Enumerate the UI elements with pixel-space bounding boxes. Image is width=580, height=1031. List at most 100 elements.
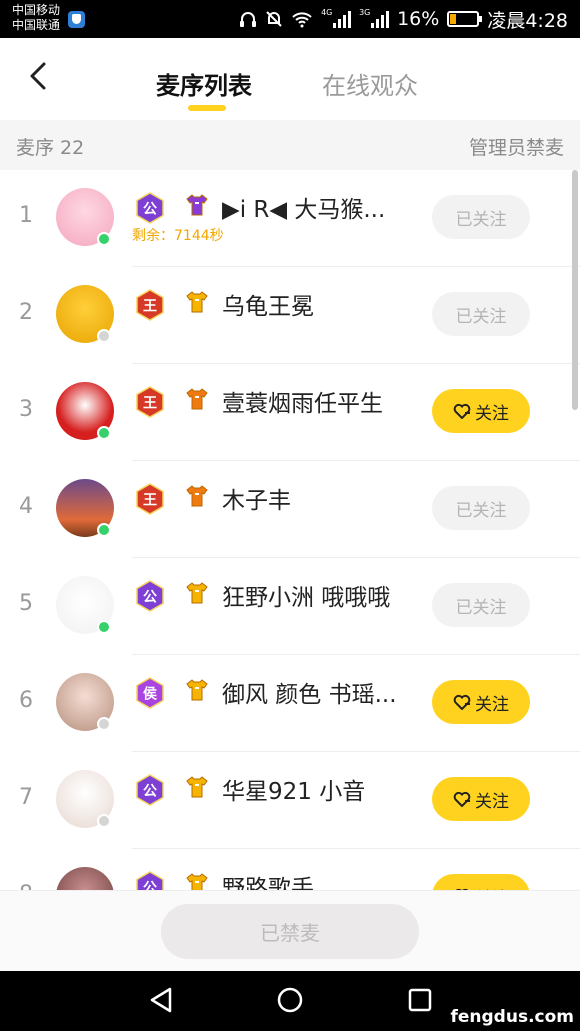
tab-mic-queue[interactable]: 麦序列表	[156, 66, 252, 101]
back-arrow-icon[interactable]	[22, 58, 58, 94]
badge-label: 公	[143, 590, 157, 606]
signal-icon-2: 3G	[359, 8, 390, 28]
magenta-badge-icon: 侯	[136, 677, 164, 709]
online-status-dot	[97, 426, 111, 440]
battery-percent: 16%	[397, 8, 440, 30]
follow-button[interactable]: 关注	[432, 874, 530, 890]
carrier-1: 中国移动	[12, 3, 61, 17]
username: 乌龟王冕	[222, 294, 314, 320]
mic-queue-list: 1 公 ▶i R◀ 大马猴... 剩余：7144秒 已关注 2 王乌龟王冕 已关注 3 王壹蓑烟雨…	[0, 170, 580, 890]
badge-label: 王	[143, 493, 157, 509]
button-label: 关注	[475, 403, 509, 424]
follow-button[interactable]: 关注	[432, 680, 530, 724]
list-item[interactable]: 5 公 狂野小洲 哦哦哦 已关注	[0, 558, 580, 655]
badge-label: 王	[143, 396, 157, 412]
badge-label: 公	[143, 202, 157, 218]
purple-badge-icon: 公	[136, 580, 164, 612]
remaining-time: 剩余：7144秒	[132, 228, 224, 244]
button-label: 已关注	[455, 500, 507, 521]
badge-label: 公	[143, 881, 157, 891]
online-status-dot	[97, 717, 111, 731]
admin-mute-link[interactable]: 管理员禁麦	[469, 133, 564, 160]
heart-plus-icon	[453, 694, 471, 710]
red-badge-icon: 王	[136, 386, 164, 418]
bottom-bar: 已禁麦	[0, 890, 580, 971]
follow-button[interactable]: 关注	[432, 777, 530, 821]
wifi-icon	[292, 12, 312, 28]
rank-number: 7	[19, 785, 33, 810]
queue-subheader: 麦序 22 管理员禁麦	[0, 120, 580, 170]
rank-number: 6	[19, 688, 33, 713]
online-status-dot	[97, 329, 111, 343]
followed-button[interactable]: 已关注	[432, 292, 530, 336]
online-status-dot	[97, 814, 111, 828]
online-status-dot	[97, 523, 111, 537]
shield-icon	[68, 11, 85, 28]
badge-label: 侯	[143, 686, 158, 703]
rank-number: 2	[19, 300, 33, 325]
queue-count: 麦序 22	[16, 137, 85, 159]
tab-indicator	[188, 105, 226, 111]
status-bar: 中国移动 中国联通 4G 3G 16% 凌晨4:28	[0, 0, 580, 38]
shirt-level-icon	[186, 776, 208, 798]
username: ▶i R◀ 大马猴...	[222, 197, 386, 223]
list-item[interactable]: 4 王 木子丰 已关注	[0, 461, 580, 558]
headphones-icon	[240, 12, 257, 27]
list-item[interactable]: 1 公 ▶i R◀ 大马猴... 剩余：7144秒 已关注	[0, 170, 580, 267]
rank-number: 8	[16, 882, 36, 890]
rank-number: 4	[19, 494, 33, 519]
shirt-level-icon	[186, 388, 208, 410]
system-nav-bar: fengdus.com	[0, 971, 580, 1031]
badge-label: 王	[143, 299, 157, 315]
carrier-info: 中国移动 中国联通	[12, 3, 60, 33]
tab-online-audience[interactable]: 在线观众	[322, 66, 418, 101]
heart-plus-icon	[453, 791, 471, 807]
list-item[interactable]: 8 公 野路歌手 关注	[0, 849, 580, 890]
button-label: 关注	[475, 791, 509, 812]
list-item[interactable]: 7 公 华星921 小音 关注	[0, 752, 580, 849]
button-label: 已关注	[455, 209, 507, 230]
online-status-dot	[97, 620, 111, 634]
purple-badge-icon: 公	[136, 871, 164, 891]
status-icons: 4G 3G 16% 凌晨4:28	[239, 8, 568, 32]
button-label: 已关注	[455, 306, 507, 327]
shirt-level-icon	[186, 582, 208, 604]
clock: 凌晨4:28	[487, 9, 568, 32]
badge-label: 公	[143, 784, 157, 800]
shirt-level-icon	[186, 194, 208, 216]
rank-number: 3	[19, 397, 33, 422]
list-item[interactable]: 6 侯 御风 颜色 书瑶... 关注	[0, 655, 580, 752]
shirt-level-icon	[186, 485, 208, 507]
username: 华星921 小音	[222, 779, 366, 805]
red-badge-icon: 王	[136, 483, 164, 515]
header: 麦序列表 在线观众	[0, 38, 580, 120]
followed-button[interactable]: 已关注	[432, 486, 530, 530]
list-item[interactable]: 3 王 壹蓑烟雨任平生 关注	[0, 364, 580, 461]
online-status-dot	[97, 232, 111, 246]
nav-recents-icon[interactable]	[405, 985, 435, 1015]
username: 狂野小洲 哦哦哦	[222, 585, 391, 611]
follow-button[interactable]: 关注	[432, 389, 530, 433]
purple-badge-icon: 公	[136, 774, 164, 806]
username: 壹蓑烟雨任平生	[222, 391, 383, 417]
rank-number: 1	[19, 203, 33, 228]
nav-home-icon[interactable]	[275, 985, 305, 1015]
username: 御风 颜色 书瑶...	[222, 682, 397, 708]
rank-number: 5	[19, 591, 33, 616]
nav-back-icon[interactable]	[146, 985, 176, 1015]
button-label: 已关注	[455, 597, 507, 618]
scrollbar[interactable]	[572, 170, 578, 410]
avatar[interactable]	[56, 867, 114, 890]
username: 木子丰	[222, 488, 291, 514]
shirt-level-icon	[186, 873, 208, 890]
muted-button[interactable]: 已禁麦	[161, 904, 419, 959]
followed-button[interactable]: 已关注	[432, 195, 530, 239]
watermark: fengdus.com	[450, 1007, 574, 1027]
mute-bell-icon	[266, 11, 282, 27]
shirt-level-icon	[186, 679, 208, 701]
battery-icon	[447, 11, 483, 27]
carrier-2: 中国联通	[12, 18, 61, 32]
list-item[interactable]: 2 王 乌龟王冕 已关注	[0, 267, 580, 364]
followed-button[interactable]: 已关注	[432, 583, 530, 627]
button-label: 关注	[475, 694, 509, 715]
